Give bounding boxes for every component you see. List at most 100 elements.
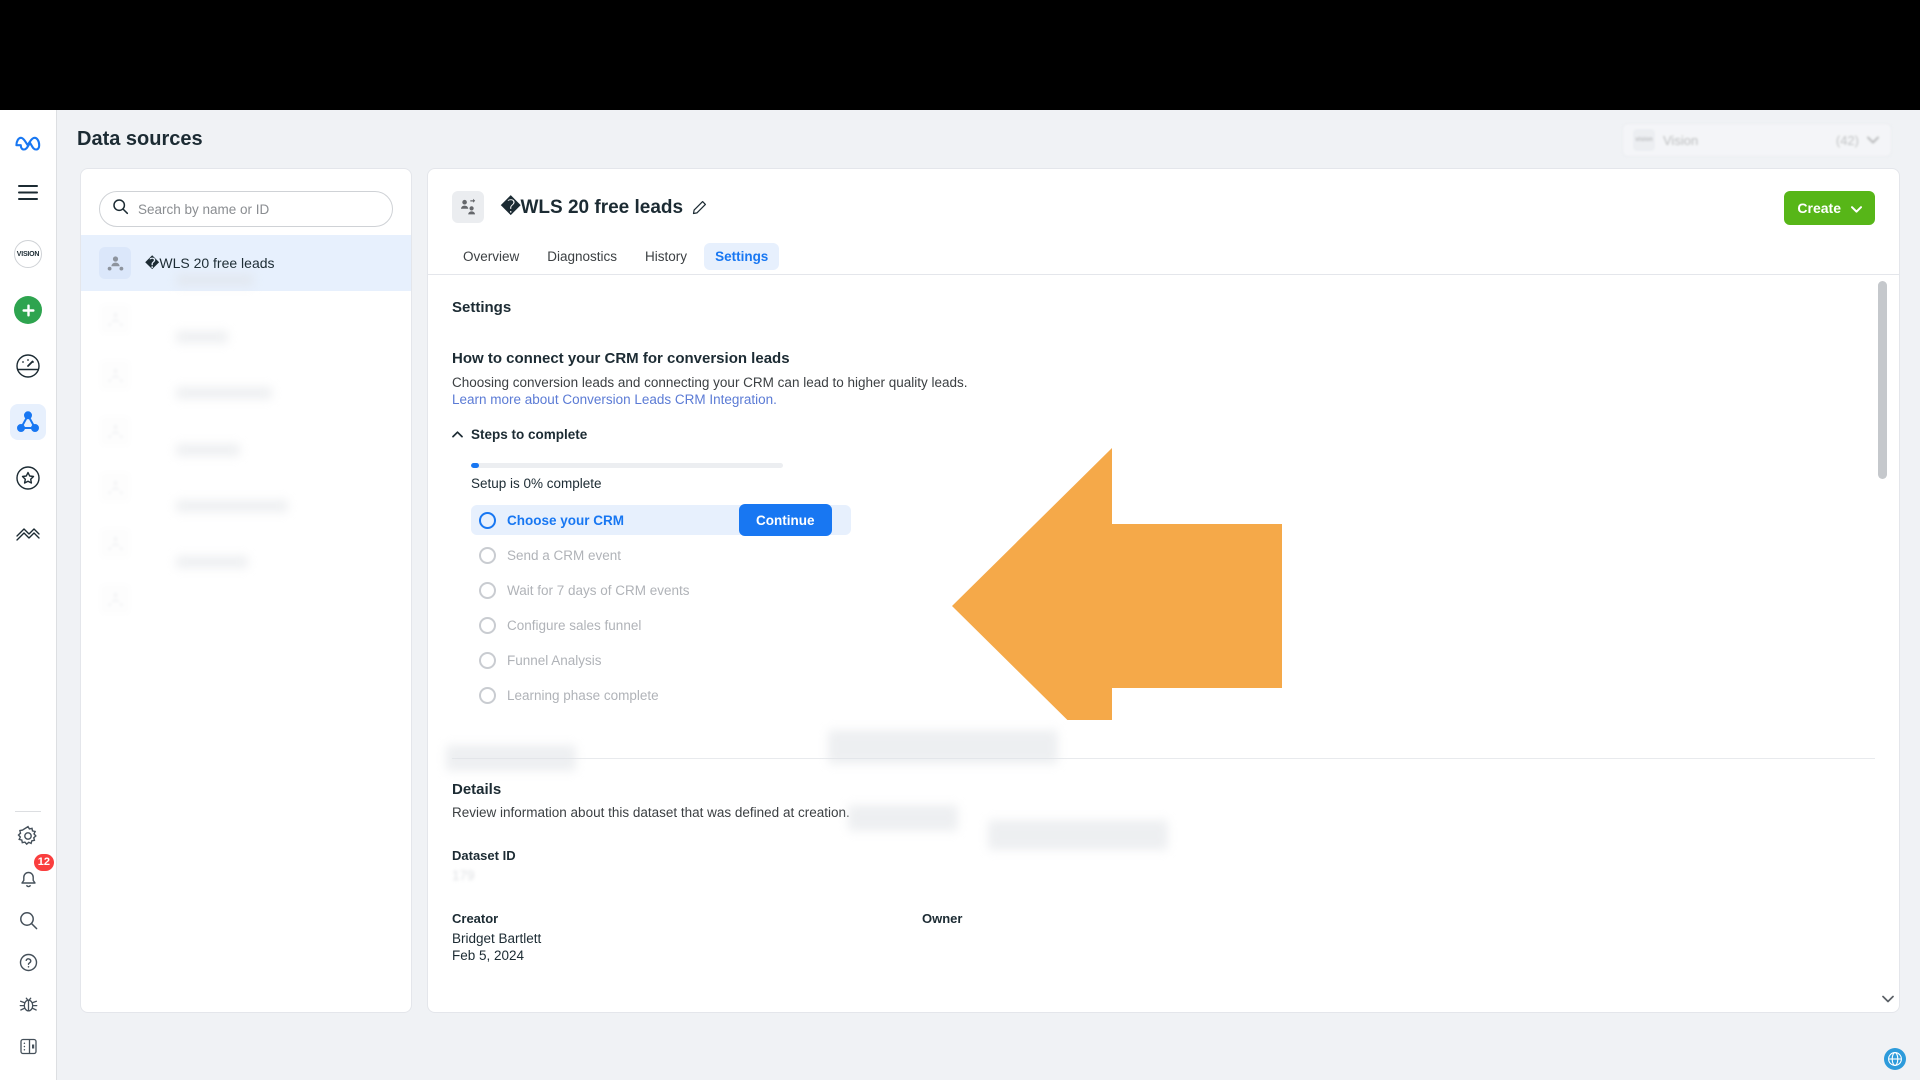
steps-list: Choose your CRM Continue Send a CRM even… — [471, 504, 1875, 710]
avatar-label: VISION — [16, 250, 40, 258]
list-item[interactable] — [81, 403, 411, 459]
account-id: (42) — [1835, 132, 1859, 148]
creator-owner-row: Creator Bridget Bartlett Feb 5, 2024 Own… — [452, 883, 1875, 963]
tab-history[interactable]: History — [634, 243, 698, 270]
create-button[interactable]: Create — [1784, 191, 1875, 225]
vision-account-avatar[interactable]: VISION — [10, 236, 46, 272]
dataset-list-panel: �WLS 20 free leads — [80, 168, 412, 1013]
events-manager-icon[interactable] — [10, 404, 46, 440]
list-item-label: �WLS 20 free leads — [145, 254, 275, 271]
chevron-down-icon — [1867, 131, 1879, 149]
step-radio-icon — [479, 651, 496, 669]
redacted-text — [176, 556, 248, 568]
app-frame: VISION 12 Data sources vision Vision (42… — [0, 0, 1920, 1080]
step-row-wait-for-7-days-of-crm-events: Wait for 7 days of CRM events — [471, 575, 851, 605]
scroll-down-icon[interactable] — [1882, 995, 1894, 1004]
create-icon[interactable] — [10, 292, 46, 328]
continue-button[interactable]: Continue — [739, 504, 832, 537]
step-radio-icon — [479, 511, 496, 529]
billing-icon[interactable] — [10, 516, 46, 552]
account-name: Vision — [1663, 132, 1699, 148]
left-rail: VISION 12 — [0, 110, 57, 1080]
dataset-id-label: Dataset ID — [452, 848, 516, 864]
gear-icon[interactable] — [10, 818, 46, 854]
chevron-down-icon — [1851, 200, 1862, 216]
list-item[interactable] — [81, 291, 411, 347]
leads-dataset-icon — [99, 359, 131, 391]
help-icon[interactable] — [10, 944, 46, 980]
step-label: Send a CRM event — [507, 547, 622, 563]
notification-badge: 12 — [33, 854, 54, 871]
panel-toggle-icon[interactable] — [10, 1028, 46, 1064]
rail-divider — [15, 811, 41, 812]
globe-icon[interactable] — [1884, 1048, 1906, 1070]
step-label: Choose your CRM — [507, 512, 625, 528]
steps-to-complete-toggle[interactable]: Steps to complete — [452, 427, 1875, 442]
browser-viewport: VISION 12 Data sources vision Vision (42… — [0, 110, 1920, 1080]
step-radio-icon — [479, 686, 496, 704]
detail-header: �WLS 20 free leads Create — [428, 169, 1899, 225]
search-icon[interactable] — [10, 902, 46, 938]
setup-progress: Setup is 0% complete — [471, 463, 1875, 491]
dataset-detail-panel: �WLS 20 free leads Create Overview Diagn… — [427, 168, 1900, 1013]
redacted-text — [848, 805, 958, 831]
avatar: VISION — [14, 240, 42, 268]
pencil-icon[interactable] — [692, 200, 707, 215]
step-radio-icon — [479, 616, 496, 634]
redacted-text — [988, 820, 1168, 850]
settings-body: Settings How to connect your CRM for con… — [428, 275, 1899, 1012]
create-button-label: Create — [1797, 200, 1841, 216]
search-input[interactable] — [138, 201, 380, 217]
scrollbar-thumb[interactable] — [1878, 281, 1887, 479]
menu-icon[interactable] — [10, 174, 46, 210]
redacted-text — [176, 387, 272, 399]
bug-icon[interactable] — [10, 986, 46, 1022]
leads-dataset-icon — [99, 303, 131, 335]
redacted-text — [828, 730, 1058, 764]
redacted-text — [176, 274, 254, 286]
leads-dataset-icon — [452, 191, 484, 223]
step-label: Learning phase complete — [507, 687, 659, 703]
crm-learn-more-link[interactable]: Learn more about Conversion Leads CRM In… — [452, 392, 777, 407]
crm-section-heading: How to connect your CRM for conversion l… — [452, 350, 790, 367]
scrollbar-track[interactable] — [1878, 275, 1893, 1012]
details-subtitle: Review information about this dataset th… — [452, 805, 850, 821]
step-row-choose-your-crm[interactable]: Choose your CRM Continue — [471, 504, 851, 537]
search-icon — [112, 198, 129, 220]
list-item[interactable] — [81, 571, 411, 627]
audiences-icon[interactable] — [10, 460, 46, 496]
leads-dataset-icon — [99, 471, 131, 503]
tab-overview[interactable]: Overview — [452, 243, 530, 270]
step-label: Wait for 7 days of CRM events — [507, 582, 690, 598]
asset-title-row: �WLS 20 free leads — [452, 191, 1875, 223]
creator-column: Creator Bridget Bartlett Feb 5, 2024 — [452, 883, 922, 963]
search-box[interactable] — [99, 191, 393, 227]
search-wrap — [81, 169, 411, 235]
step-row-learning-phase-complete: Learning phase complete — [471, 680, 851, 710]
section-divider — [452, 758, 1875, 760]
settings-heading: Settings — [452, 299, 512, 316]
progress-track — [471, 463, 783, 469]
ads-manager-icon[interactable] — [10, 348, 46, 384]
creator-date: Feb 5, 2024 — [452, 948, 525, 964]
asset-name: �WLS 20 free leads — [501, 196, 684, 218]
chevron-up-icon — [452, 431, 463, 438]
tab-bar: Overview Diagnostics History Settings — [428, 239, 1899, 275]
step-radio-icon — [479, 546, 496, 564]
step-row-configure-sales-funnel: Configure sales funnel — [471, 610, 851, 640]
account-switcher[interactable]: vision Vision (42) — [1622, 123, 1892, 157]
owner-label: Owner — [922, 911, 963, 927]
bell-icon[interactable]: 12 — [10, 854, 54, 896]
step-row-funnel-analysis: Funnel Analysis — [471, 645, 851, 675]
tab-settings[interactable]: Settings — [704, 243, 780, 270]
page-title: Data sources — [77, 127, 203, 150]
owner-column: Owner — [922, 883, 962, 963]
content-area: �WLS 20 free leads — [57, 158, 1920, 1080]
leads-dataset-icon — [99, 583, 131, 615]
step-row-send-a-crm-event: Send a CRM event — [471, 540, 851, 570]
tab-diagnostics[interactable]: Diagnostics — [536, 243, 628, 270]
meta-logo-icon[interactable] — [10, 124, 46, 160]
account-thumb: vision — [1633, 129, 1655, 151]
creator-name: Bridget Bartlett — [452, 931, 542, 947]
steps-toggle-label: Steps to complete — [471, 427, 588, 443]
